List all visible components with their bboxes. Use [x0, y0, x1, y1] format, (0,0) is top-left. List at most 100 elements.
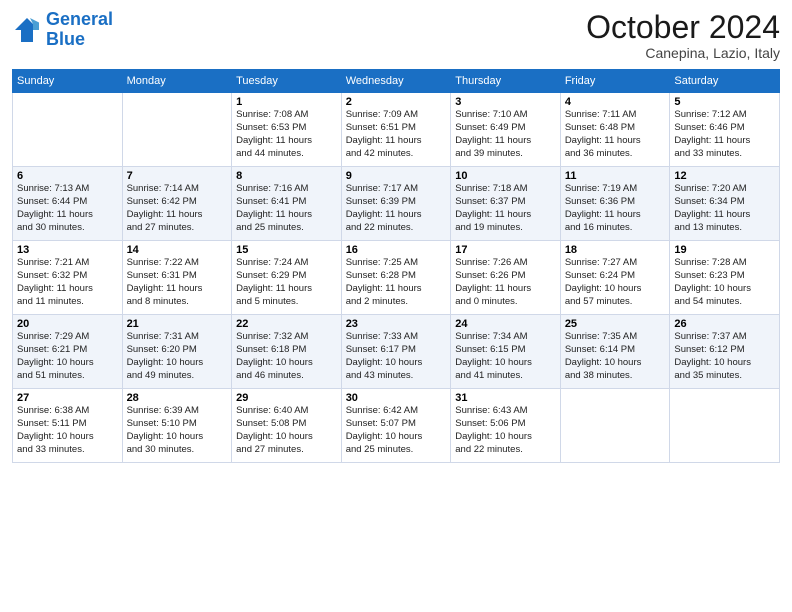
calendar-cell: 19Sunrise: 7:28 AMSunset: 6:23 PMDayligh… — [670, 241, 780, 315]
cell-info-line: and 30 minutes. — [127, 444, 228, 457]
cell-info-line: Sunrise: 7:20 AM — [674, 183, 775, 196]
day-number: 8 — [236, 170, 337, 182]
day-number: 20 — [17, 318, 118, 330]
cell-info-line: Sunrise: 7:37 AM — [674, 331, 775, 344]
page-container: General Blue October 2024 Canepina, Lazi… — [0, 0, 792, 471]
cell-info-line: and 38 minutes. — [565, 370, 666, 383]
cell-info-line: Sunrise: 7:22 AM — [127, 257, 228, 270]
cell-info-line: Sunset: 5:08 PM — [236, 418, 337, 431]
day-number: 22 — [236, 318, 337, 330]
title-block: October 2024 Canepina, Lazio, Italy — [586, 10, 780, 61]
cell-info-line: and 44 minutes. — [236, 148, 337, 161]
cell-info-line: Sunset: 5:07 PM — [346, 418, 447, 431]
cell-info-line: Sunrise: 7:24 AM — [236, 257, 337, 270]
cell-info-line: Daylight: 10 hours — [346, 357, 447, 370]
cell-info-line: Daylight: 11 hours — [236, 209, 337, 222]
calendar-cell: 10Sunrise: 7:18 AMSunset: 6:37 PMDayligh… — [451, 167, 561, 241]
month-title: October 2024 — [586, 10, 780, 45]
cell-info-line: Sunset: 6:29 PM — [236, 270, 337, 283]
cell-info-line: Sunrise: 7:28 AM — [674, 257, 775, 270]
cell-info-line: and 36 minutes. — [565, 148, 666, 161]
day-number: 6 — [17, 170, 118, 182]
cell-info-line: Daylight: 11 hours — [17, 283, 118, 296]
cell-info-line: Daylight: 11 hours — [346, 283, 447, 296]
cell-info-line: Sunrise: 7:16 AM — [236, 183, 337, 196]
cell-info-line: Daylight: 10 hours — [455, 431, 556, 444]
day-number: 18 — [565, 244, 666, 256]
calendar-cell: 31Sunrise: 6:43 AMSunset: 5:06 PMDayligh… — [451, 389, 561, 463]
cell-info-line: and 13 minutes. — [674, 222, 775, 235]
calendar-cell: 7Sunrise: 7:14 AMSunset: 6:42 PMDaylight… — [122, 167, 232, 241]
cell-info-line: and 16 minutes. — [565, 222, 666, 235]
cell-info-line: Sunrise: 7:12 AM — [674, 109, 775, 122]
calendar-cell — [13, 93, 123, 167]
cell-info-line: Daylight: 11 hours — [455, 283, 556, 296]
calendar-week-5: 27Sunrise: 6:38 AMSunset: 5:11 PMDayligh… — [13, 389, 780, 463]
day-number: 21 — [127, 318, 228, 330]
cell-info-line: Daylight: 10 hours — [565, 357, 666, 370]
cell-info-line: Sunset: 6:34 PM — [674, 196, 775, 209]
day-header-thursday: Thursday — [451, 70, 561, 93]
cell-info-line: Daylight: 11 hours — [236, 135, 337, 148]
calendar-cell — [560, 389, 670, 463]
calendar-cell: 6Sunrise: 7:13 AMSunset: 6:44 PMDaylight… — [13, 167, 123, 241]
calendar-cell: 25Sunrise: 7:35 AMSunset: 6:14 PMDayligh… — [560, 315, 670, 389]
calendar-cell: 22Sunrise: 7:32 AMSunset: 6:18 PMDayligh… — [232, 315, 342, 389]
calendar-cell: 29Sunrise: 6:40 AMSunset: 5:08 PMDayligh… — [232, 389, 342, 463]
day-number: 14 — [127, 244, 228, 256]
day-number: 7 — [127, 170, 228, 182]
calendar-cell: 27Sunrise: 6:38 AMSunset: 5:11 PMDayligh… — [13, 389, 123, 463]
day-number: 17 — [455, 244, 556, 256]
cell-info-line: Sunrise: 6:42 AM — [346, 405, 447, 418]
cell-info-line: Sunset: 6:23 PM — [674, 270, 775, 283]
cell-info-line: Sunrise: 7:32 AM — [236, 331, 337, 344]
day-number: 11 — [565, 170, 666, 182]
cell-info-line: Sunrise: 7:33 AM — [346, 331, 447, 344]
calendar-cell: 28Sunrise: 6:39 AMSunset: 5:10 PMDayligh… — [122, 389, 232, 463]
logo-text: General Blue — [46, 10, 113, 50]
cell-info-line: and 27 minutes. — [236, 444, 337, 457]
calendar-cell: 15Sunrise: 7:24 AMSunset: 6:29 PMDayligh… — [232, 241, 342, 315]
calendar-cell: 30Sunrise: 6:42 AMSunset: 5:07 PMDayligh… — [341, 389, 451, 463]
day-number: 31 — [455, 392, 556, 404]
logo-line1: General — [46, 9, 113, 29]
cell-info-line: Daylight: 10 hours — [127, 357, 228, 370]
day-number: 24 — [455, 318, 556, 330]
day-header-sunday: Sunday — [13, 70, 123, 93]
calendar-cell: 1Sunrise: 7:08 AMSunset: 6:53 PMDaylight… — [232, 93, 342, 167]
cell-info-line: Daylight: 11 hours — [17, 209, 118, 222]
cell-info-line: Sunrise: 7:13 AM — [17, 183, 118, 196]
cell-info-line: Sunrise: 7:21 AM — [17, 257, 118, 270]
calendar-cell: 26Sunrise: 7:37 AMSunset: 6:12 PMDayligh… — [670, 315, 780, 389]
cell-info-line: and 33 minutes. — [674, 148, 775, 161]
cell-info-line: Sunset: 6:44 PM — [17, 196, 118, 209]
day-number: 15 — [236, 244, 337, 256]
calendar-cell: 16Sunrise: 7:25 AMSunset: 6:28 PMDayligh… — [341, 241, 451, 315]
cell-info-line: Sunrise: 7:31 AM — [127, 331, 228, 344]
cell-info-line: Sunset: 6:46 PM — [674, 122, 775, 135]
calendar-week-1: 1Sunrise: 7:08 AMSunset: 6:53 PMDaylight… — [13, 93, 780, 167]
cell-info-line: Sunset: 6:31 PM — [127, 270, 228, 283]
calendar-cell: 17Sunrise: 7:26 AMSunset: 6:26 PMDayligh… — [451, 241, 561, 315]
cell-info-line: and 41 minutes. — [455, 370, 556, 383]
calendar-week-2: 6Sunrise: 7:13 AMSunset: 6:44 PMDaylight… — [13, 167, 780, 241]
cell-info-line: Daylight: 10 hours — [455, 357, 556, 370]
cell-info-line: Daylight: 10 hours — [565, 283, 666, 296]
cell-info-line: and 30 minutes. — [17, 222, 118, 235]
day-header-tuesday: Tuesday — [232, 70, 342, 93]
calendar-cell: 8Sunrise: 7:16 AMSunset: 6:41 PMDaylight… — [232, 167, 342, 241]
cell-info-line: Daylight: 10 hours — [17, 431, 118, 444]
cell-info-line: Daylight: 11 hours — [565, 209, 666, 222]
calendar-table: SundayMondayTuesdayWednesdayThursdayFrid… — [12, 69, 780, 463]
cell-info-line: Sunrise: 7:34 AM — [455, 331, 556, 344]
cell-info-line: Daylight: 11 hours — [455, 135, 556, 148]
cell-info-line: Sunrise: 7:25 AM — [346, 257, 447, 270]
cell-info-line: Daylight: 10 hours — [674, 283, 775, 296]
calendar-cell: 23Sunrise: 7:33 AMSunset: 6:17 PMDayligh… — [341, 315, 451, 389]
cell-info-line: Sunrise: 7:10 AM — [455, 109, 556, 122]
day-number: 2 — [346, 96, 447, 108]
cell-info-line: Daylight: 11 hours — [346, 135, 447, 148]
calendar-cell: 13Sunrise: 7:21 AMSunset: 6:32 PMDayligh… — [13, 241, 123, 315]
cell-info-line: Sunrise: 7:14 AM — [127, 183, 228, 196]
day-number: 1 — [236, 96, 337, 108]
